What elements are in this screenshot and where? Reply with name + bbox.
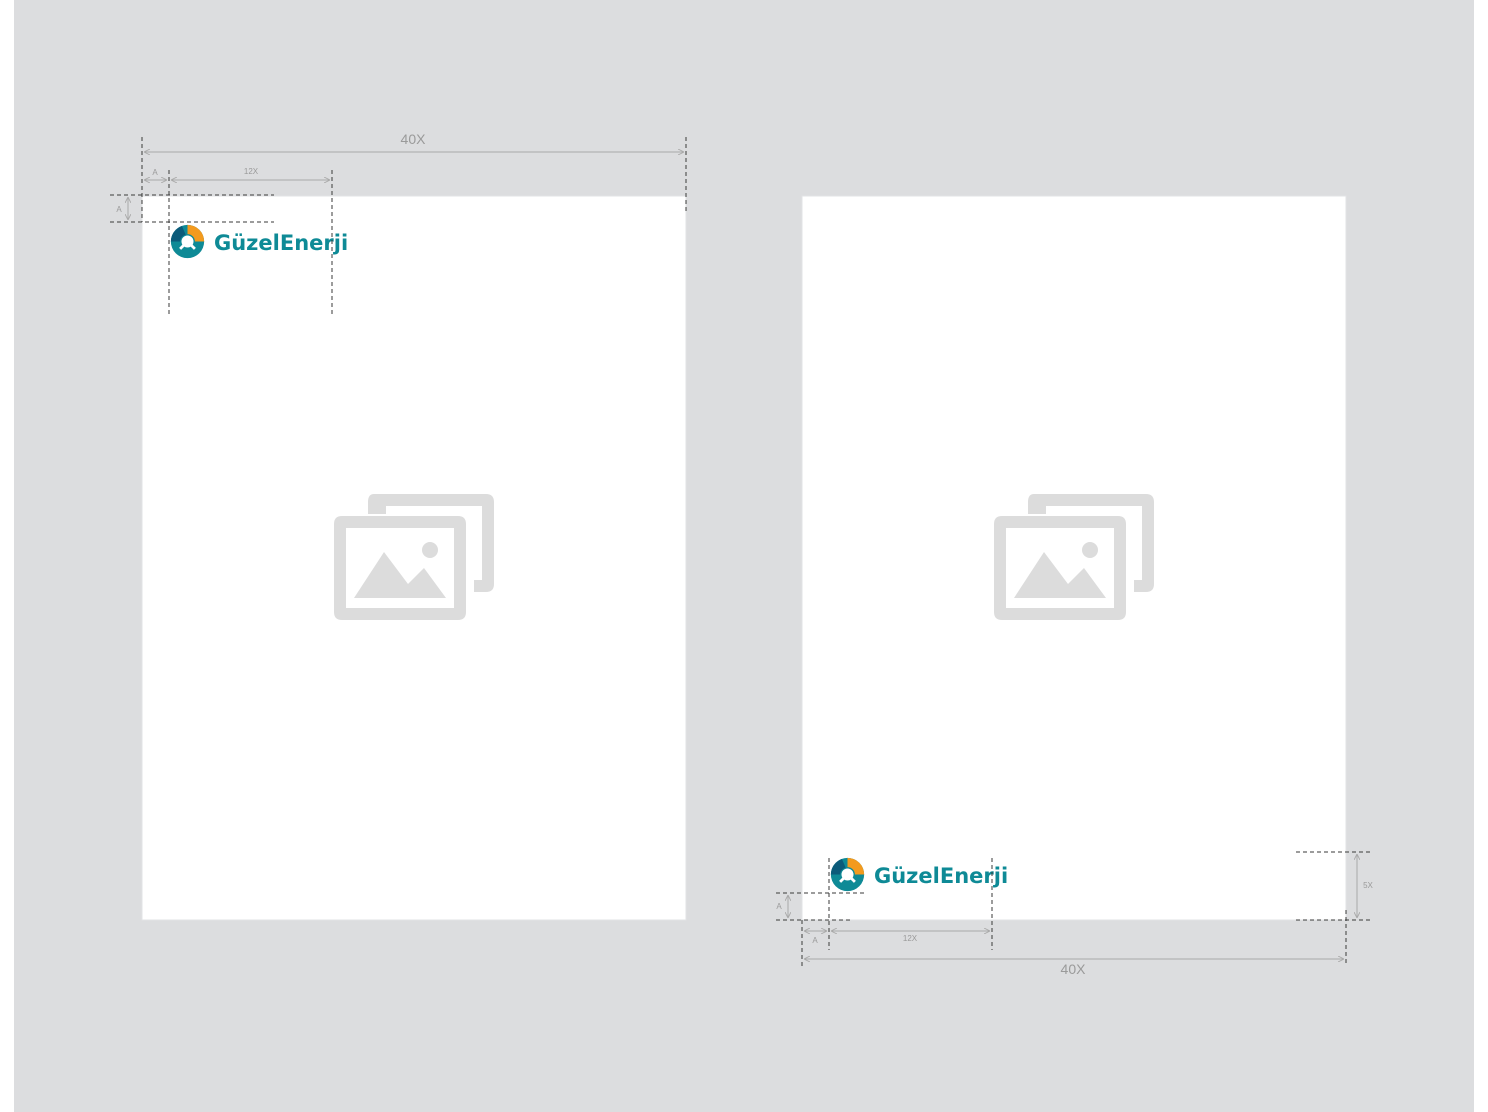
logo-width-label: 12X (903, 934, 918, 943)
page-sheet (801, 195, 1347, 921)
page-width-label: 40X (401, 131, 427, 147)
logo-placement-diagram: GüzelEnerji 40X A 12X A GüzelEnerji 40X … (14, 0, 1474, 1112)
layout-bottom-left: GüzelEnerji 40X A 12X A 5X (776, 195, 1374, 977)
brand-wordmark: GüzelEnerji (214, 231, 348, 255)
margin-y-label: A (776, 902, 782, 911)
margin-y-label: A (116, 205, 122, 214)
layout-top-left: GüzelEnerji 40X A 12X A (110, 131, 687, 921)
brand-mark-icon (169, 223, 206, 260)
margin-x-label: A (812, 936, 818, 945)
margin-x-label: A (152, 168, 158, 177)
logo-width-label: 12X (244, 167, 259, 176)
page-sheet (141, 195, 687, 921)
brand-wordmark: GüzelEnerji (874, 864, 1008, 888)
brand-mark-icon (829, 856, 866, 893)
page-width-label: 40X (1061, 961, 1087, 977)
band-height-label: 5X (1363, 881, 1373, 890)
